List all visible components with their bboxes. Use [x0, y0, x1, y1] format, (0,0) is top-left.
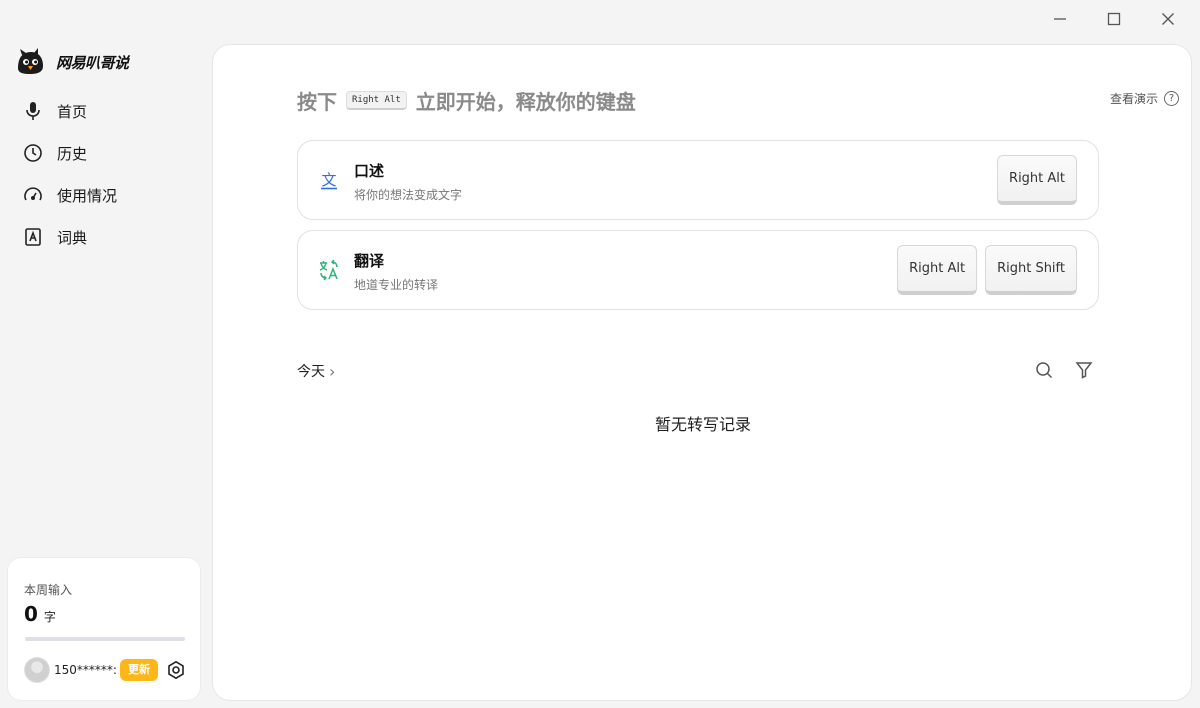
sidebar-item-label: 历史: [57, 144, 88, 163]
sidebar-nav: 首页 历史 使用情况 词典: [0, 90, 212, 258]
bird-logo-icon: [18, 48, 43, 74]
key-right-alt[interactable]: Right Alt: [997, 155, 1077, 205]
user-row: 150******: 更新: [24, 657, 186, 683]
dictation-subtitle: 将你的想法变成文字: [354, 188, 463, 202]
history-tools: [1033, 359, 1095, 381]
headline-key-chip: Right Alt: [346, 91, 407, 110]
view-demo-label: 查看演示: [1109, 92, 1158, 106]
avatar[interactable]: [24, 657, 50, 683]
filter-button[interactable]: [1073, 359, 1095, 381]
close-icon: [1162, 13, 1174, 25]
translation-subtitle: 地道专业的转译: [354, 278, 439, 292]
gear-icon: [168, 660, 184, 680]
dictation-shortcut: Right Alt: [997, 155, 1077, 205]
filter-icon: [1075, 362, 1093, 379]
gauge-icon: [23, 185, 43, 205]
minimize-button[interactable]: [1044, 8, 1076, 30]
weekly-progress-bar: [25, 637, 185, 641]
text-wen-icon: 文: [318, 169, 340, 191]
sidebar-item-usage[interactable]: 使用情况: [0, 174, 212, 216]
app-name: 网易叭哥说: [56, 53, 129, 72]
maximize-button[interactable]: [1098, 8, 1130, 30]
user-phone: 150******:: [54, 663, 116, 677]
clock-icon: [23, 143, 43, 163]
translation-card[interactable]: 翻译 地道专业的转译 Right Alt Right Shift: [297, 230, 1099, 310]
search-icon: [1036, 362, 1053, 379]
search-button[interactable]: [1033, 359, 1055, 381]
sidebar-item-history[interactable]: 历史: [0, 132, 212, 174]
view-demo-link[interactable]: 查看演示 ?: [1110, 90, 1179, 107]
sidebar-item-dictionary[interactable]: 词典: [0, 216, 212, 258]
dictation-title: 口述: [354, 162, 385, 180]
help-icon: ?: [1164, 91, 1179, 106]
weekly-input-count: 0 字: [24, 602, 56, 626]
sidebar: 网易叭哥说 首页 历史 使用情况 词典 本周输入 0 字 150******: …: [0, 0, 212, 708]
sidebar-item-label: 首页: [57, 102, 88, 121]
close-button[interactable]: [1152, 8, 1184, 30]
chevron-right-icon: ›: [329, 361, 336, 381]
settings-button[interactable]: [166, 660, 186, 680]
sidebar-item-label: 词典: [57, 228, 88, 247]
window-controls: [1044, 8, 1184, 30]
weekly-input-unit: 字: [43, 610, 56, 624]
app-logo: 网易叭哥说: [14, 46, 129, 78]
weekly-input-label: 本周输入: [24, 583, 73, 597]
today-label: 今天: [297, 364, 325, 380]
key-right-alt[interactable]: Right Alt: [897, 245, 978, 295]
translation-title: 翻译: [354, 252, 385, 270]
main-panel: 按下 Right Alt 立即开始，释放你的键盘 查看演示 ? 文 口述 将你的…: [212, 44, 1192, 701]
date-filter-today[interactable]: 今天 ›: [297, 361, 335, 381]
translation-shortcut: Right Alt Right Shift: [897, 245, 1077, 295]
key-right-shift[interactable]: Right Shift: [985, 245, 1077, 295]
weekly-input-card: 本周输入 0 字 150******: 更新: [7, 557, 201, 701]
empty-state-message: 暂无转写记录: [654, 415, 751, 434]
headline-prefix: 按下: [297, 90, 337, 114]
page-title: 按下 Right Alt 立即开始，释放你的键盘: [297, 86, 636, 115]
sidebar-item-label: 使用情况: [57, 186, 118, 205]
update-button[interactable]: 更新: [120, 659, 158, 681]
svg-text:文: 文: [321, 171, 336, 189]
maximize-icon: [1107, 12, 1121, 26]
minimize-icon: [1054, 18, 1066, 20]
dictation-card[interactable]: 文 口述 将你的想法变成文字 Right Alt: [297, 140, 1099, 220]
microphone-icon: [23, 101, 43, 121]
sidebar-item-home[interactable]: 首页: [0, 90, 212, 132]
dictionary-icon: [23, 227, 43, 247]
translate-icon: [318, 259, 340, 281]
headline-suffix: 立即开始，释放你的键盘: [415, 90, 636, 114]
weekly-input-number: 0: [24, 602, 38, 626]
